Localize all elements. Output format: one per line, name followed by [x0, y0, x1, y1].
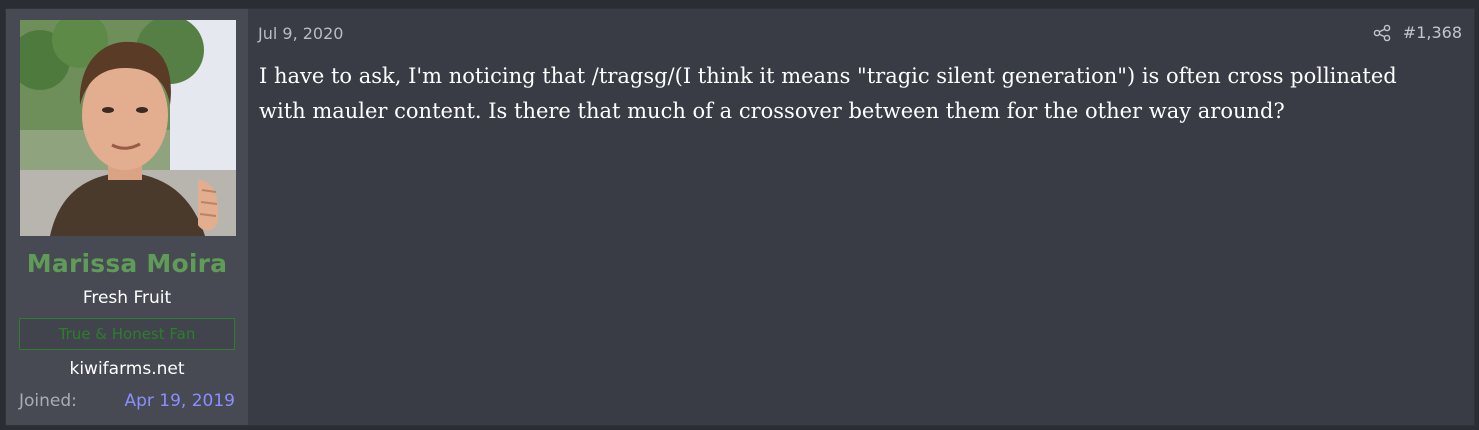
user-site: kiwifarms.net: [69, 359, 185, 379]
avatar[interactable]: [20, 20, 236, 236]
post-actions: #1,368: [1373, 23, 1462, 42]
user-banner: True & Honest Fan: [19, 318, 235, 350]
post-number-link[interactable]: #1,368: [1403, 23, 1462, 42]
joined-label: Joined:: [19, 391, 77, 411]
user-title: Fresh Fruit: [82, 288, 172, 308]
joined-date: Apr 19, 2019: [124, 391, 235, 411]
post-date[interactable]: Jul 9, 2020: [258, 24, 343, 43]
user-info-column: Marissa Moira Fresh Fruit True & Honest …: [6, 9, 248, 425]
avatar-image: [20, 20, 236, 236]
share-icon[interactable]: [1373, 24, 1391, 42]
forum-post: Marissa Moira Fresh Fruit True & Honest …: [5, 8, 1475, 426]
username[interactable]: Marissa Moira: [6, 249, 248, 278]
post-body: I have to ask, I'm noticing that /tragsg…: [259, 64, 1397, 123]
